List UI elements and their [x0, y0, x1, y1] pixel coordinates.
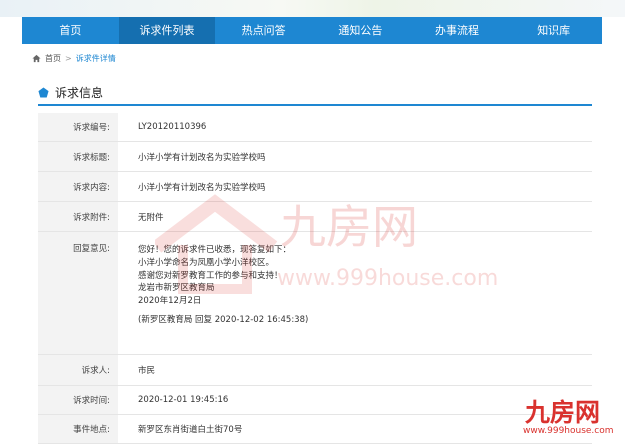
breadcrumb-home-link[interactable]: 首页	[45, 53, 61, 64]
nav-item-procedures[interactable]: 办事流程	[409, 17, 506, 44]
nav-item-hot-qa[interactable]: 热点问答	[215, 17, 312, 44]
table-row: 诉求编号: LY20120110396	[38, 113, 592, 142]
requester-label: 诉求人:	[38, 354, 118, 386]
petition-subject-value: 小洋小学有计划改名为实验学校吗	[118, 141, 592, 172]
breadcrumb: 首页 > 诉求件详情	[32, 53, 116, 64]
table-row: 诉求标题: 小洋小学有计划改名为实验学校吗	[38, 141, 592, 172]
section-header: 诉求信息	[38, 84, 103, 101]
main-nav: 首页 诉求件列表 热点问答 通知公告 办事流程 知识库	[22, 17, 602, 44]
table-row: 回复意见: 您好！您的诉求件已收悉，现答复如下： 小洋小学命名为凤凰小学小洋校区…	[38, 231, 592, 355]
reply-line: 2020年12月2日	[138, 296, 202, 307]
breadcrumb-separator: >	[65, 54, 72, 63]
petition-info-table: 诉求编号: LY20120110396 诉求标题: 小洋小学有计划改名为实验学校…	[38, 113, 592, 444]
petition-subject-label: 诉求标题:	[38, 141, 118, 172]
header-banner-strip	[0, 0, 625, 17]
petition-attachment-value: 无附件	[118, 201, 592, 232]
table-row: 诉求内容: 小洋小学有计划改名为实验学校吗	[38, 171, 592, 202]
nav-item-home[interactable]: 首页	[22, 17, 119, 44]
table-row: 诉求附件: 无附件	[38, 201, 592, 232]
reply-line: 您好！您的诉求件已收悉，现答复如下：	[138, 245, 292, 255]
petition-number-label: 诉求编号:	[38, 113, 118, 142]
home-icon	[32, 54, 41, 63]
requester-value: 市民	[118, 354, 592, 386]
nav-item-knowledge-base[interactable]: 知识库	[505, 17, 602, 44]
petition-time-value: 2020-12-01 19:45:16	[118, 385, 592, 415]
petition-content-value: 小洋小学有计划改名为实验学校吗	[118, 171, 592, 202]
nav-item-petition-list[interactable]: 诉求件列表	[118, 17, 216, 44]
nav-item-notices[interactable]: 通知公告	[312, 17, 409, 44]
section-title: 诉求信息	[55, 86, 104, 100]
table-row: 诉求人: 市民	[38, 354, 592, 386]
pentagon-icon	[38, 87, 49, 98]
petition-time-label: 诉求时间:	[38, 385, 118, 415]
section-divider	[38, 104, 592, 106]
event-location-value: 新罗区东肖街道白土街70号	[118, 414, 592, 444]
petition-attachment-label: 诉求附件:	[38, 201, 118, 232]
table-row: 事件地点: 新罗区东肖街道白土街70号	[38, 414, 592, 444]
reply-signature: (新罗区教育局 回复 2020-12-02 16:45:38)	[138, 314, 309, 325]
reply-line: 龙岩市新罗区教育局	[138, 283, 215, 294]
reply-line: 小洋小学命名为凤凰小学小洋校区。	[138, 257, 275, 268]
petition-number-value: LY20120110396	[118, 113, 592, 142]
petition-content-label: 诉求内容:	[38, 171, 118, 202]
reply-content: 您好！您的诉求件已收悉，现答复如下： 小洋小学命名为凤凰小学小洋校区。 感谢您对…	[118, 231, 592, 355]
reply-line: 感谢您对新罗教育工作的参与和支持！	[138, 270, 283, 281]
breadcrumb-current: 诉求件详情	[75, 54, 116, 63]
reply-label: 回复意见:	[38, 231, 118, 355]
table-row: 诉求时间: 2020-12-01 19:45:16	[38, 385, 592, 415]
event-location-label: 事件地点:	[38, 414, 118, 444]
